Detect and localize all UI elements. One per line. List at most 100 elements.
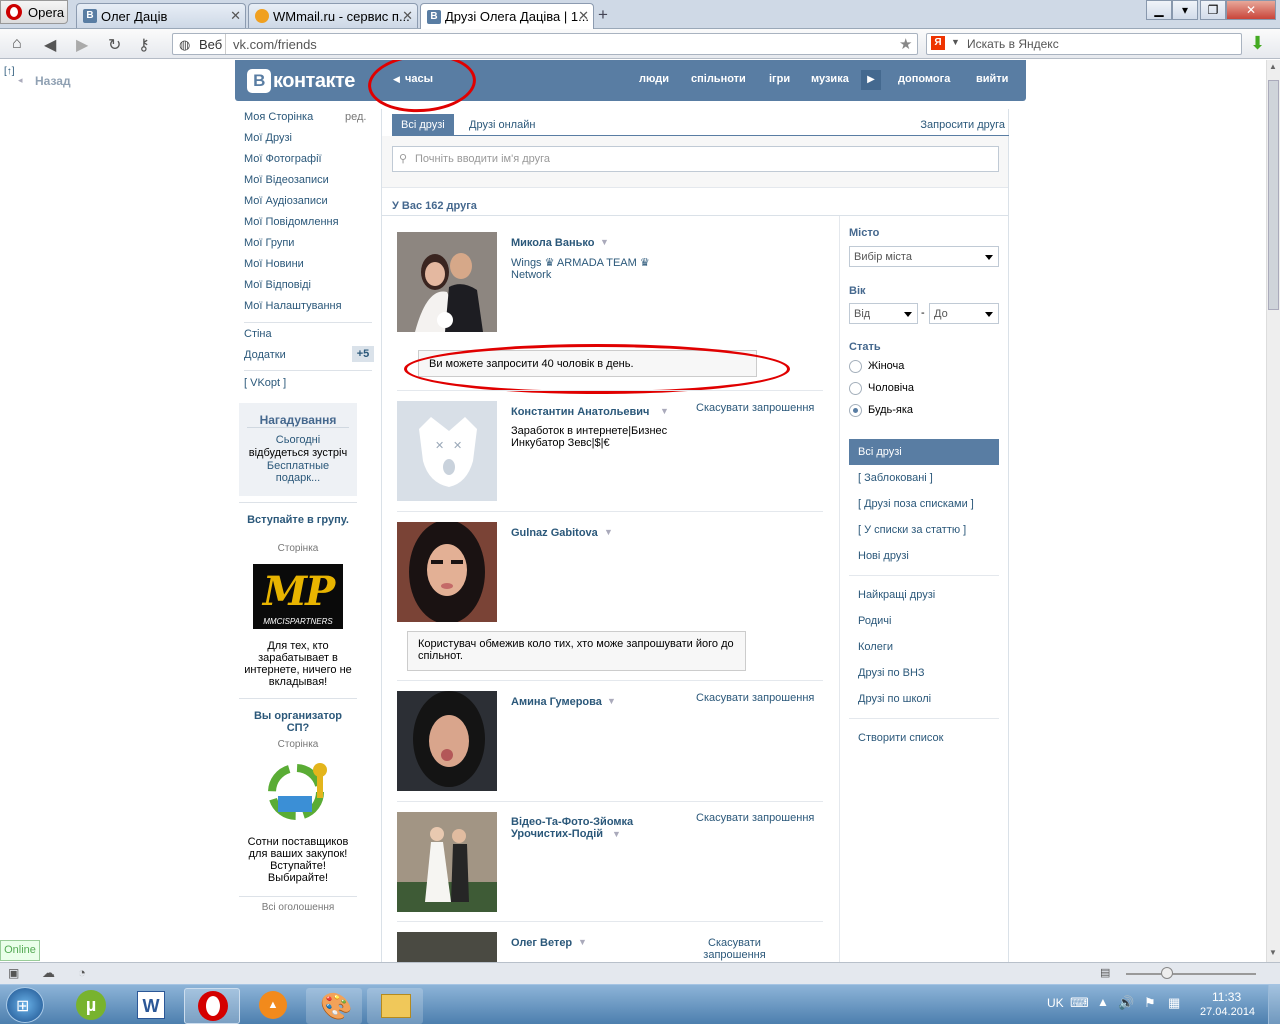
friend-photo[interactable] (397, 522, 497, 622)
restore-icon[interactable]: ❐ (1200, 0, 1226, 20)
age-to-select[interactable]: До (929, 303, 999, 324)
vertical-scrollbar[interactable]: ▲ ▼ (1266, 60, 1280, 962)
star-icon[interactable]: ★ (899, 35, 912, 53)
tray-expand-icon[interactable]: ▲ (1097, 995, 1109, 1009)
tab-list-icon[interactable]: ▾ (1172, 0, 1198, 20)
minimize-icon[interactable]: ▁ (1146, 0, 1172, 20)
menu-friends[interactable]: Мої Друзі (244, 132, 292, 144)
friend-photo[interactable] (397, 812, 497, 912)
nav-music[interactable]: музика (811, 73, 849, 85)
radio-female-label[interactable]: Жіноча (868, 360, 904, 372)
vk-logo[interactable]: В контакте (247, 69, 355, 93)
zoom-slider[interactable] (1126, 973, 1256, 975)
tab-all-friends[interactable]: Всі друзі (392, 114, 454, 136)
scroll-top-icon[interactable]: [↑] (4, 66, 15, 77)
list-blocked[interactable]: [ Заблоковані ] (858, 472, 933, 484)
tab-wmmail[interactable]: WMmail.ru - сервис п... ✕ (248, 3, 418, 28)
radio-female[interactable] (849, 360, 862, 373)
address-bar[interactable]: ◍ Веб vk.com/friends ★ (172, 33, 918, 55)
menu-wall[interactable]: Стіна (244, 328, 272, 340)
radio-male[interactable] (849, 382, 862, 395)
chevron-down-icon[interactable]: ▼ (600, 237, 609, 247)
search-field[interactable]: Я ▼ Искать в Яндекс (926, 33, 1242, 55)
nav-communities[interactable]: спільноти (691, 73, 746, 85)
close-tab-icon[interactable]: ✕ (230, 8, 241, 24)
show-desktop-button[interactable] (1268, 985, 1280, 1024)
tab-oleg[interactable]: В Олег Дацiв ✕ (76, 3, 246, 28)
list-relatives[interactable]: Родичі (858, 615, 891, 627)
menu-apps[interactable]: Додатки (244, 349, 286, 361)
flag-icon[interactable]: ⚑ (1144, 995, 1156, 1011)
menu-settings[interactable]: Мої Налаштування (244, 300, 342, 312)
nav-people[interactable]: люди (639, 73, 669, 85)
opera-menu-button[interactable]: Opera (0, 0, 68, 24)
ad2-image[interactable] (262, 758, 332, 826)
home-icon[interactable]: ⌂ (12, 35, 22, 53)
radio-male-label[interactable]: Чоловіча (868, 382, 914, 394)
menu-photos[interactable]: Мої Фотографії (244, 153, 322, 165)
panel-toggle-icon[interactable]: ▣ (8, 966, 19, 980)
cancel-invite-link[interactable]: Скасувати запрошення (696, 812, 814, 824)
list-all-friends[interactable]: Всі друзі (849, 439, 999, 465)
scroll-up-icon[interactable]: ▲ (1269, 62, 1277, 71)
cancel-invite-link[interactable]: Скасувати запрошення (702, 937, 767, 961)
friend-photo[interactable] (397, 232, 497, 332)
friend-name[interactable]: Gulnaz Gabitova (511, 527, 598, 539)
friend-photo[interactable] (397, 932, 497, 962)
friend-name[interactable]: Микола Ванько (511, 237, 594, 249)
utorrent-taskbar-icon[interactable]: µ (62, 988, 118, 1024)
cloud-icon[interactable]: ☁ (42, 965, 55, 981)
word-taskbar-icon[interactable]: W (123, 988, 179, 1024)
tab-friends[interactable]: В Друзi Олега Дацiва | 1... ✕ (420, 3, 594, 29)
list-colleagues[interactable]: Колеги (858, 641, 893, 653)
chevron-down-icon[interactable]: ▼ (612, 829, 621, 839)
nav-logout[interactable]: вийти (976, 73, 1008, 85)
menu-messages[interactable]: Мої Повідомлення (244, 216, 339, 228)
reload-icon[interactable]: ↻ (108, 35, 121, 55)
close-tab-icon[interactable]: ✕ (402, 8, 413, 24)
create-list-link[interactable]: Створити список (858, 732, 943, 744)
friend-name[interactable]: Амина Гумерова (511, 696, 602, 708)
chevron-down-icon[interactable]: ▼ (660, 406, 669, 416)
download-icon[interactable]: ⬇ (1250, 33, 1265, 54)
zoom-slider-handle[interactable] (1161, 967, 1173, 979)
menu-vkopt[interactable]: [ VKopt ] (244, 377, 286, 389)
tab-online-friends[interactable]: Друзі онлайн (460, 114, 544, 136)
network-icon[interactable]: ▦ (1168, 995, 1180, 1011)
list-university[interactable]: Друзі по ВНЗ (858, 667, 925, 679)
clock-time[interactable]: 11:33 (1212, 990, 1241, 1004)
explorer-taskbar-icon[interactable] (367, 988, 423, 1024)
menu-answers[interactable]: Мої Відповіді (244, 279, 311, 291)
close-window-icon[interactable]: ✕ (1226, 0, 1276, 20)
scrollbar-thumb[interactable] (1268, 80, 1279, 310)
start-button[interactable]: ⊞ (6, 987, 44, 1023)
ad2-title[interactable]: Вы организатор СП? (243, 710, 353, 734)
menu-news[interactable]: Мої Новини (244, 258, 304, 270)
menu-audio[interactable]: Мої Аудіозаписи (244, 195, 328, 207)
back-icon[interactable]: ◀ (44, 35, 56, 55)
list-best-friends[interactable]: Найкращі друзі (858, 589, 935, 601)
list-unlisted[interactable]: [ Друзі поза списками ] (858, 498, 974, 510)
key-icon[interactable]: ⚷ (138, 35, 150, 55)
chevron-down-icon[interactable]: ▼ (951, 37, 960, 47)
edit-link[interactable]: ред. (345, 111, 366, 123)
play-icon[interactable]: ▶ (861, 70, 881, 90)
all-ads-link[interactable]: Всі оголошення (239, 902, 357, 913)
ad1-title[interactable]: Вступайте в групу. (239, 514, 357, 526)
friend-name[interactable]: Олег Ветер (511, 937, 572, 949)
friend-name[interactable]: Константин Анатольевич (511, 406, 649, 418)
menu-groups[interactable]: Мої Групи (244, 237, 294, 249)
city-select[interactable]: Вибір міста (849, 246, 999, 267)
scroll-down-icon[interactable]: ▼ (1269, 948, 1277, 957)
chevron-down-icon[interactable]: ▼ (607, 696, 616, 706)
keyboard-icon[interactable]: ⌨ (1070, 995, 1089, 1011)
friend-status[interactable]: Wings ♛ ARMADA TEAM ♛ Network (511, 256, 661, 281)
speedometer-icon[interactable]: ◔ (78, 965, 86, 980)
list-by-sex[interactable]: [ У списки за статтю ] (858, 524, 966, 536)
opera-taskbar-icon[interactable] (184, 988, 240, 1024)
close-tab-icon[interactable]: ✕ (578, 8, 589, 24)
avast-taskbar-icon[interactable]: ▲ (245, 988, 301, 1024)
reminder-today[interactable]: Сьогодні (239, 434, 357, 446)
list-new-friends[interactable]: Нові друзі (858, 550, 909, 562)
fit-icon[interactable]: ▤ (1100, 966, 1110, 979)
